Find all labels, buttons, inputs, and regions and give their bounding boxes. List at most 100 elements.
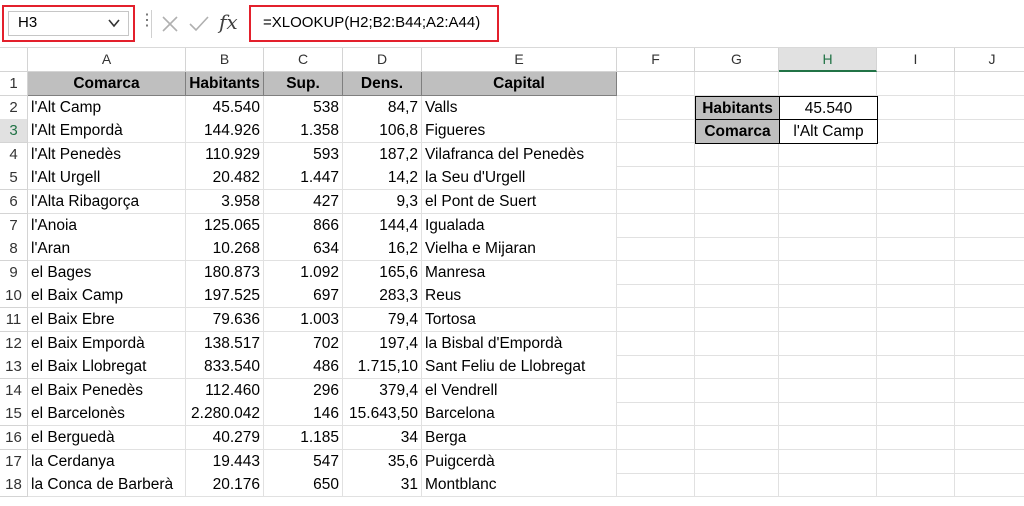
table-cell[interactable]: 486	[264, 355, 343, 380]
table-cell[interactable]: el Vendrell	[422, 378, 617, 403]
table-cell[interactable]: Montblanc	[422, 473, 617, 498]
table-cell[interactable]: 1.092	[264, 260, 343, 285]
formula-input[interactable]: =XLOOKUP(H2;B2:B44;A2:A44)	[249, 5, 499, 42]
table-cell[interactable]: 296	[264, 378, 343, 403]
table-cell[interactable]: l'Alt Camp	[28, 95, 186, 120]
column-header-a[interactable]: A	[28, 48, 186, 72]
cell[interactable]	[779, 378, 877, 403]
row-header-14[interactable]: 14	[0, 378, 28, 403]
more-options-icon[interactable]: ⋮	[139, 13, 155, 29]
row-header-3[interactable]: 3	[0, 119, 28, 144]
table-cell[interactable]: Valls	[422, 95, 617, 120]
table-header-cell[interactable]: Comarca	[28, 72, 186, 97]
cell[interactable]	[955, 332, 1024, 356]
table-cell[interactable]: Vilafranca del Penedès	[422, 142, 617, 167]
cell[interactable]	[617, 331, 695, 356]
table-cell[interactable]: 833.540	[186, 355, 264, 380]
table-cell[interactable]: 106,8	[343, 119, 422, 144]
cell[interactable]	[955, 190, 1024, 215]
table-cell[interactable]: 697	[264, 284, 343, 309]
cell[interactable]	[955, 450, 1024, 474]
table-cell[interactable]: 45.540	[186, 95, 264, 120]
row-header-10[interactable]: 10	[0, 284, 28, 309]
column-header-b[interactable]: B	[186, 48, 264, 72]
column-header-j[interactable]: J	[955, 48, 1024, 72]
table-cell[interactable]: 650	[264, 473, 343, 498]
table-cell[interactable]: 146	[264, 402, 343, 427]
cell[interactable]	[877, 190, 955, 215]
table-cell[interactable]: la Bisbal d'Empordà	[422, 331, 617, 356]
cell[interactable]	[877, 119, 955, 144]
cell[interactable]	[695, 426, 779, 451]
cell[interactable]	[779, 260, 877, 285]
table-cell[interactable]: 35,6	[343, 449, 422, 474]
cell[interactable]	[617, 72, 695, 97]
cell[interactable]	[955, 119, 1024, 144]
cell[interactable]	[695, 308, 779, 333]
cell[interactable]	[779, 142, 877, 167]
table-cell[interactable]: Barcelona	[422, 402, 617, 427]
table-cell[interactable]: 593	[264, 142, 343, 167]
column-header-f[interactable]: F	[617, 48, 695, 72]
cell[interactable]	[617, 284, 695, 309]
cell[interactable]	[955, 355, 1024, 380]
cell[interactable]	[877, 237, 955, 262]
lookup-habitants-label[interactable]: Habitants	[695, 95, 780, 121]
cell[interactable]	[955, 284, 1024, 309]
cell[interactable]	[617, 166, 695, 191]
table-cell[interactable]: la Conca de Barberà	[28, 473, 186, 498]
table-cell[interactable]: 538	[264, 95, 343, 120]
cell[interactable]	[695, 402, 779, 427]
checkmark-icon[interactable]	[188, 14, 210, 34]
table-cell[interactable]: el Baix Ebre	[28, 308, 186, 333]
column-header-e[interactable]: E	[422, 48, 617, 72]
cell[interactable]	[877, 95, 955, 120]
cell[interactable]	[617, 449, 695, 474]
row-header-15[interactable]: 15	[0, 402, 28, 427]
row-header-13[interactable]: 13	[0, 355, 28, 380]
cell[interactable]	[877, 308, 955, 333]
cell[interactable]	[695, 213, 779, 238]
table-cell[interactable]: 110.929	[186, 142, 264, 167]
table-cell[interactable]: 34	[343, 426, 422, 451]
table-cell[interactable]: 20.176	[186, 473, 264, 498]
cell[interactable]	[955, 308, 1024, 333]
table-header-cell[interactable]: Dens.	[343, 72, 422, 97]
cell[interactable]	[877, 260, 955, 285]
cell[interactable]	[695, 237, 779, 262]
cell[interactable]	[695, 378, 779, 403]
table-cell[interactable]: el Berguedà	[28, 426, 186, 451]
table-cell[interactable]: 379,4	[343, 378, 422, 403]
cell[interactable]	[695, 284, 779, 309]
table-cell[interactable]: Berga	[422, 426, 617, 451]
row-header-6[interactable]: 6	[0, 190, 28, 215]
cell[interactable]	[617, 378, 695, 403]
row-header-11[interactable]: 11	[0, 308, 28, 333]
row-header-4[interactable]: 4	[0, 142, 28, 167]
table-cell[interactable]: 31	[343, 473, 422, 498]
cell[interactable]	[955, 379, 1024, 403]
cell[interactable]	[955, 143, 1024, 167]
table-cell[interactable]: 144.926	[186, 119, 264, 144]
table-cell[interactable]: Manresa	[422, 260, 617, 285]
table-cell[interactable]: Igualada	[422, 213, 617, 238]
table-cell[interactable]: Puigcerdà	[422, 449, 617, 474]
table-cell[interactable]: l'Anoia	[28, 213, 186, 238]
cell[interactable]	[779, 166, 877, 191]
table-header-cell[interactable]: Sup.	[264, 72, 343, 97]
table-cell[interactable]: l'Aran	[28, 237, 186, 262]
lookup-comarca-result[interactable]: l'Alt Camp	[779, 119, 878, 144]
table-cell[interactable]: 40.279	[186, 426, 264, 451]
table-cell[interactable]: 165,6	[343, 260, 422, 285]
column-header-i[interactable]: I	[877, 48, 955, 72]
table-cell[interactable]: 9,3	[343, 190, 422, 215]
table-cell[interactable]: 1.447	[264, 166, 343, 191]
table-cell[interactable]: 19.443	[186, 449, 264, 474]
cell[interactable]	[779, 190, 877, 215]
table-cell[interactable]: el Baix Empordà	[28, 331, 186, 356]
table-cell[interactable]: 180.873	[186, 260, 264, 285]
cell[interactable]	[955, 237, 1024, 262]
cell[interactable]	[877, 378, 955, 403]
table-cell[interactable]: el Barcelonès	[28, 402, 186, 427]
cell[interactable]	[695, 449, 779, 474]
